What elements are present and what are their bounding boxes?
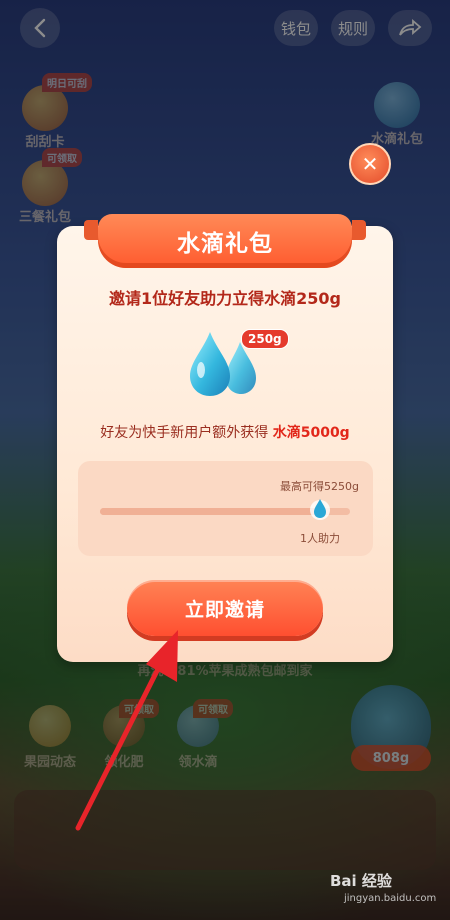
bonus-description: 好友为快手新用户额外获得 水滴5000g xyxy=(57,422,393,442)
progress-card: 最高可得5250g 1人助力 xyxy=(78,461,373,556)
water-drop-marker-icon xyxy=(310,499,330,520)
bonus-highlight: 水滴5000g xyxy=(272,425,350,441)
progress-fill xyxy=(100,508,320,515)
bonus-prefix: 好友为快手新用户额外获得 xyxy=(100,425,273,441)
close-icon: ✕ xyxy=(361,152,379,176)
modal-title: 水滴礼包 xyxy=(84,214,366,268)
reward-amount-badge: 250g xyxy=(241,329,289,349)
baidu-jingyan-watermark: Bai 经验 xyxy=(330,872,392,890)
helpers-count-label: 1人助力 xyxy=(300,532,340,545)
close-button[interactable]: ✕ xyxy=(349,143,391,185)
invite-headline: 邀请1位好友助力立得水滴250g xyxy=(109,289,341,308)
watermark-url: jingyan.baidu.com xyxy=(344,893,437,904)
max-reward-label: 最高可得5250g xyxy=(280,480,359,493)
invite-now-button[interactable]: 立即邀请 xyxy=(127,580,323,636)
